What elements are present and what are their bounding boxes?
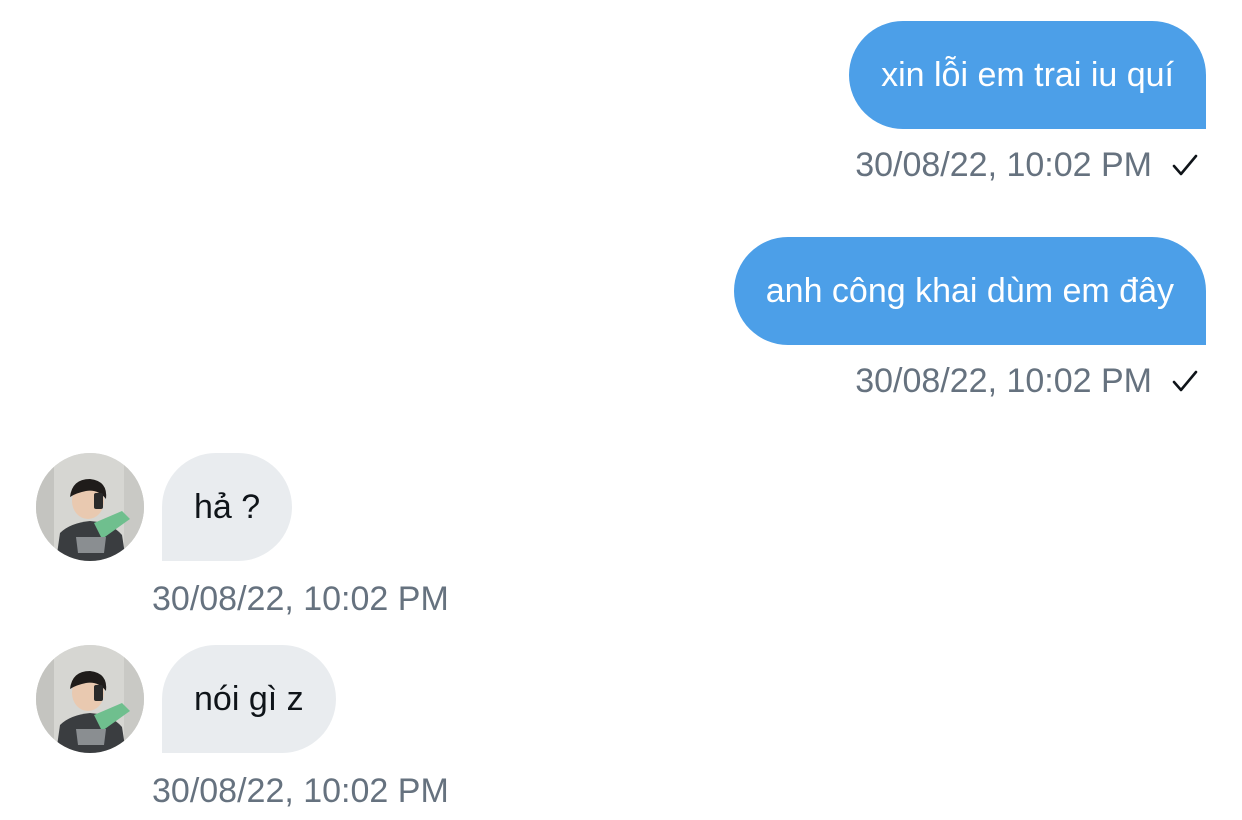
check-icon [1172, 370, 1198, 392]
message-timestamp: 30/08/22, 10:02 PM [152, 772, 449, 810]
avatar[interactable] [36, 453, 144, 561]
message-meta: 30/08/22, 10:02 PM [855, 148, 1200, 182]
message-timestamp-row: 30/08/22, 10:02 PM [152, 774, 449, 808]
message-text: xin lỗi em trai iu quí [881, 56, 1174, 94]
message-text: nói gì z [194, 680, 304, 718]
message-meta: 30/08/22, 10:02 PM [855, 364, 1200, 398]
received-message-bubble[interactable]: hả ? [162, 453, 293, 561]
avatar-photo [36, 645, 144, 753]
sent-message-bubble[interactable]: anh công khai dùm em đây [733, 237, 1206, 345]
avatar-photo [36, 453, 144, 561]
conversation-thread: xin lỗi em trai iu quí 30/08/22, 10:02 P… [0, 0, 1242, 820]
message-timestamp: 30/08/22, 10:02 PM [152, 580, 449, 618]
received-message-bubble[interactable]: nói gì z [162, 645, 336, 753]
avatar[interactable] [36, 645, 144, 753]
message-text: hả ? [194, 488, 261, 526]
message-timestamp-row: 30/08/22, 10:02 PM [152, 582, 449, 616]
sent-message-bubble[interactable]: xin lỗi em trai iu quí [849, 21, 1206, 129]
message-text: anh công khai dùm em đây [765, 272, 1174, 310]
check-icon [1172, 154, 1198, 176]
message-timestamp: 30/08/22, 10:02 PM [855, 362, 1152, 400]
message-timestamp: 30/08/22, 10:02 PM [855, 146, 1152, 184]
